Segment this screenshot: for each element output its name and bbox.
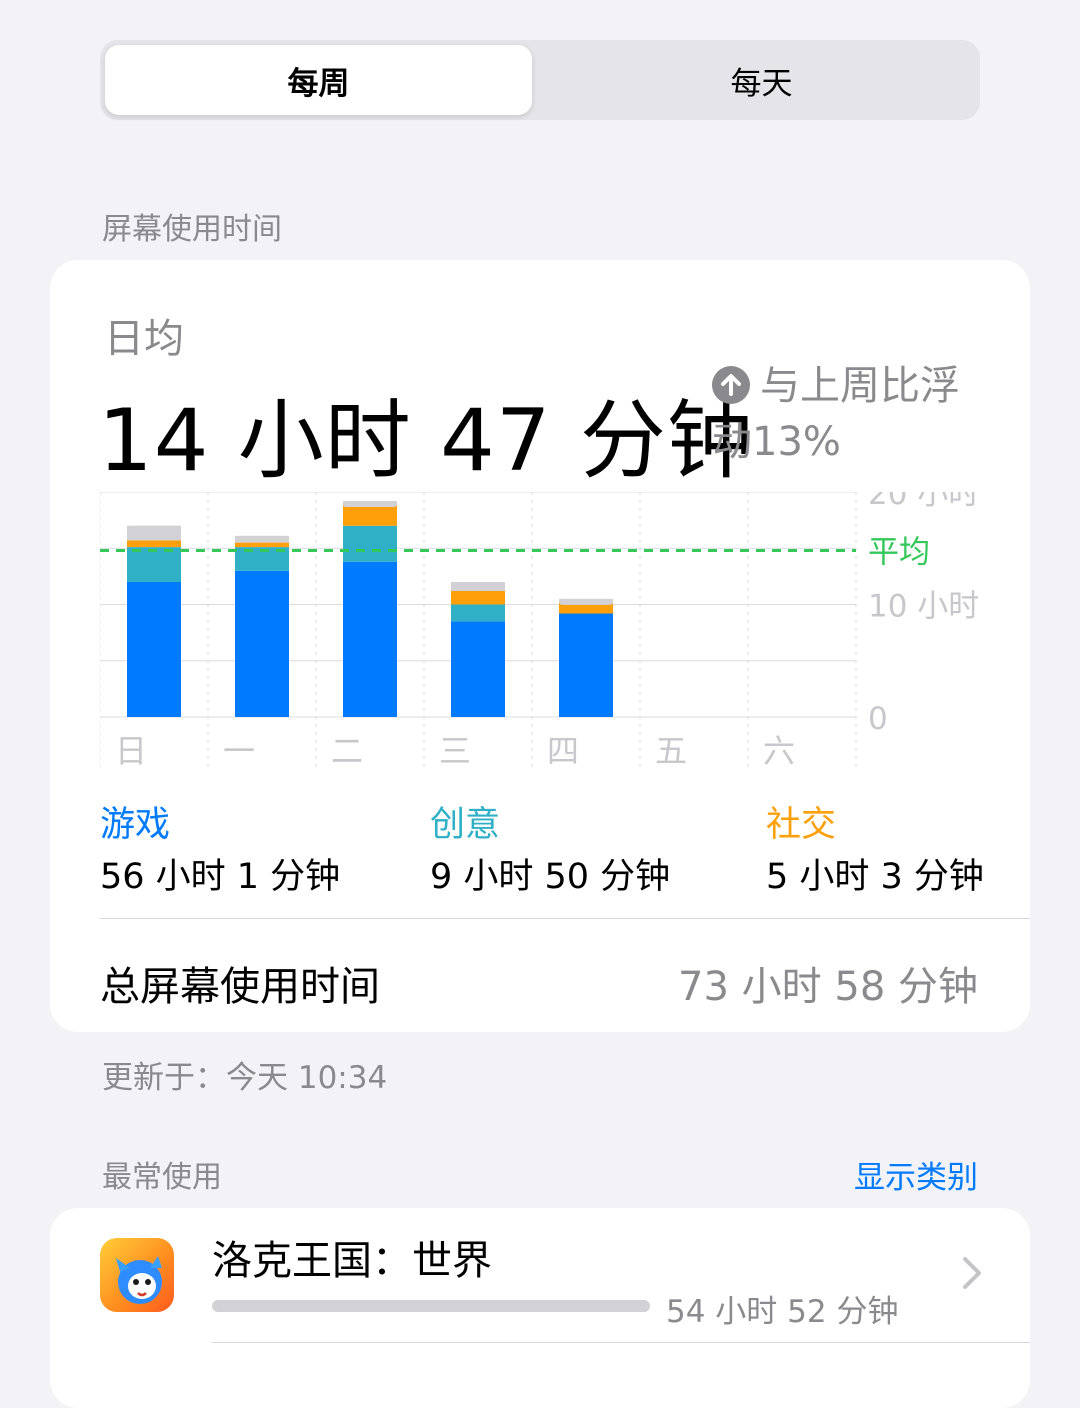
- bar-segment: [235, 570, 289, 717]
- bar-segment: [127, 547, 181, 582]
- x-tick-label: 三: [439, 732, 471, 770]
- period-segmented-control: 每周 每天: [100, 40, 980, 120]
- category-value-social: 5 小时 3 分钟: [766, 857, 984, 897]
- screen-time-section-label: 屏幕使用时间: [102, 212, 282, 247]
- bar-segment: [235, 542, 289, 548]
- updated-timestamp: 更新于：今天 10:34: [102, 1060, 388, 1096]
- most-used-apps-card: 洛克王国：世界 54 小时 52 分钟: [50, 1208, 1030, 1408]
- chevron-right-icon: [962, 1256, 982, 1294]
- x-tick-label: 六: [763, 732, 795, 770]
- y-tick-label: 0: [868, 701, 888, 737]
- bar-segment: [343, 561, 397, 717]
- bar-segment: [451, 621, 505, 717]
- app-name: 洛克王国：世界: [212, 1238, 492, 1284]
- y-tick-label: 10 小时: [868, 589, 979, 625]
- x-tick-label: 四: [547, 732, 579, 770]
- weekly-tab[interactable]: 每周: [105, 45, 532, 115]
- bar-segment: [451, 591, 505, 605]
- total-screen-time-label: 总屏幕使用时间: [100, 964, 380, 1010]
- bar-segment: [451, 604, 505, 622]
- bar-segment: [559, 613, 613, 717]
- bar-cap: [127, 525, 181, 532]
- x-tick-label: 日: [115, 732, 147, 770]
- bar-segment: [127, 582, 181, 717]
- arrow-up-circle-icon: [712, 366, 750, 404]
- weekly-change: 与上周比浮动13%: [712, 358, 980, 470]
- daily-tab[interactable]: 每天: [548, 45, 975, 115]
- bar-cap: [343, 501, 397, 507]
- bar-cap: [559, 598, 613, 605]
- category-name-games: 游戏: [100, 805, 171, 845]
- y-tick-label: 20 小时: [868, 492, 979, 512]
- category-value-games: 56 小时 1 分钟: [100, 857, 341, 897]
- bar-segment: [127, 540, 181, 548]
- category-name-social: 社交: [766, 805, 837, 845]
- app-usage-time: 54 小时 52 分钟: [666, 1294, 899, 1330]
- most-used-section-label: 最常使用: [102, 1160, 222, 1195]
- app-usage-bar: [212, 1300, 650, 1312]
- screen-time-card: 日均 14 小时 47 分钟 与上周比浮动13% 日 一 二 三 四 五 六 平均 20 小时 1…: [50, 260, 1030, 1032]
- daily-average-label: 日均: [104, 316, 184, 362]
- bar-cap: [451, 582, 505, 588]
- show-categories-link[interactable]: 显示类别: [854, 1152, 978, 1197]
- bar-cap: [235, 535, 289, 542]
- bar-segment: [343, 525, 397, 562]
- category-name-creativity: 创意: [430, 805, 501, 845]
- divider: [212, 1342, 1030, 1343]
- category-value-creativity: 9 小时 50 分钟: [430, 857, 671, 897]
- x-tick-label: 一: [223, 732, 255, 770]
- weekly-usage-chart: 日 一 二 三 四 五 六 平均 20 小时 10 小时 0: [99, 476, 1000, 772]
- x-tick-label: 二: [331, 732, 363, 770]
- roco-kingdom-app-icon: [100, 1238, 174, 1312]
- divider: [100, 918, 1030, 919]
- daily-average-value: 14 小时 47 分钟: [98, 391, 754, 491]
- total-screen-time-value: 73 小时 58 分钟: [678, 964, 978, 1010]
- bar-segment: [343, 505, 397, 526]
- weekly-usage-chart-svg: 日 一 二 三 四 五 六 平均 20 小时 10 小时 0: [99, 476, 979, 770]
- average-label: 平均: [868, 535, 930, 571]
- x-tick-label: 五: [655, 732, 687, 770]
